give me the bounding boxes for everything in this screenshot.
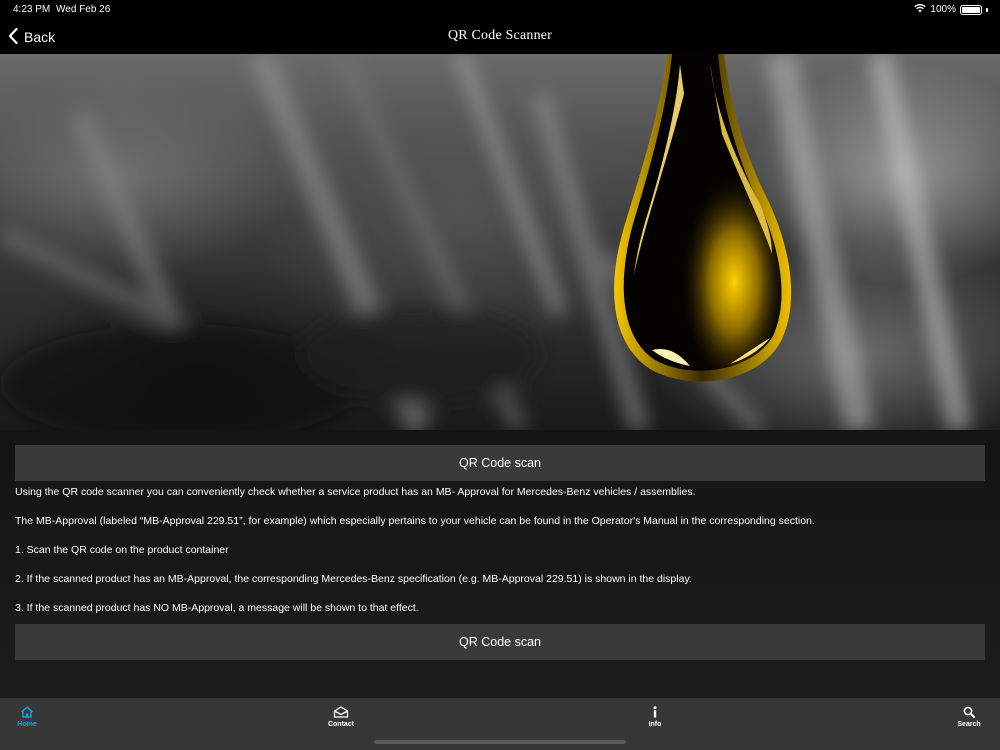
hero-image [0, 54, 1000, 430]
description-paragraph: Using the QR code scanner you can conven… [15, 486, 696, 498]
qr-code-scan-button-top[interactable]: QR Code scan [15, 445, 985, 481]
tab-search-label: Search [957, 721, 981, 728]
oil-drop-graphic [614, 54, 792, 382]
envelope-icon [333, 706, 349, 721]
wifi-icon [914, 3, 927, 16]
qr-code-scan-button-bottom[interactable]: QR Code scan [15, 624, 985, 660]
tab-info-label: Info [648, 721, 662, 728]
tab-home[interactable]: Home [14, 706, 40, 728]
status-indicators: 100% [914, 3, 988, 16]
step-1-text: 1. Scan the QR code on the product conta… [15, 544, 229, 556]
step-2-text: 2. If the scanned product has an MB-Appr… [15, 573, 692, 585]
tab-info[interactable]: Info [642, 706, 668, 728]
battery-percent: 100% [930, 4, 956, 15]
tab-contact[interactable]: Contact [322, 706, 360, 728]
tab-home-label: Home [17, 721, 37, 728]
page-title: QR Code Scanner [447, 28, 553, 43]
step-3-text: 3. If the scanned product has NO MB-Appr… [15, 602, 419, 614]
content-area: QR Code scan Using the QR code scanner y… [0, 430, 1000, 698]
home-indicator [374, 740, 626, 744]
navigation-bar: Back QR Code Scanner [0, 20, 1000, 54]
battery-cap [986, 7, 988, 12]
status-time: 4:23 PM [13, 4, 51, 15]
tab-search[interactable]: Search [954, 706, 984, 728]
status-date: Wed Feb 26 [56, 4, 111, 15]
mb-approval-paragraph: The MB-Approval (labeled “MB-Approval 22… [15, 515, 815, 527]
home-icon [20, 706, 34, 721]
search-icon [963, 706, 975, 721]
tab-contact-label: Contact [327, 721, 355, 728]
status-bar: 4:23 PM Wed Feb 26 100% [0, 0, 1000, 20]
info-icon [652, 706, 658, 721]
battery-icon [960, 4, 982, 15]
